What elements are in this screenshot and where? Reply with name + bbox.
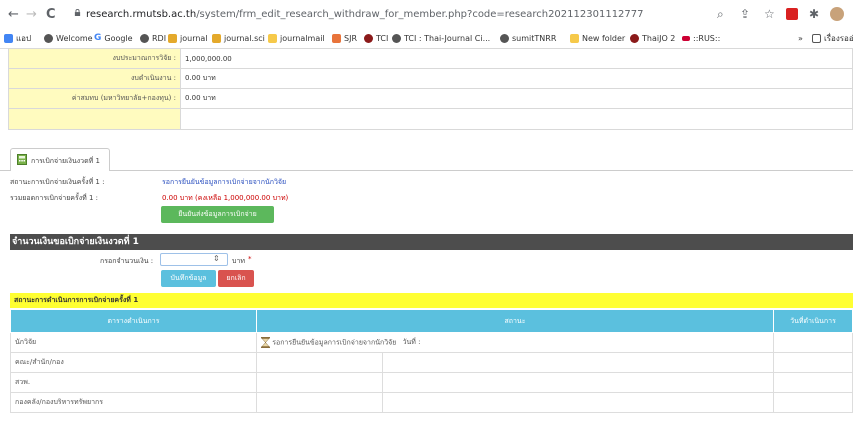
globe-icon (500, 34, 509, 43)
process-status-cell (256, 352, 383, 373)
share-icon[interactable]: ⇪ (740, 7, 750, 21)
url-text[interactable]: research.rmutsb.ac.th/system/frm_edit_re… (86, 8, 644, 22)
table-row: กองคลัง/กองบริหารทรัพยากร (10, 392, 853, 413)
process-step: กองคลัง/กองบริหารทรัพยากร (10, 392, 257, 413)
confirm-withdraw-button[interactable]: ยืนยันส่งข้อมูลการเบิกจ่าย (161, 206, 274, 223)
column-header: ตารางดำเนินการ (10, 309, 257, 333)
process-date-label: วันที่ : (402, 338, 421, 347)
calculator-icon (17, 154, 27, 165)
table-header-row: ตารางดำเนินการ สถานะ วันที่ดำเนินการ (10, 309, 853, 333)
forward-button[interactable]: → (26, 8, 37, 22)
table-row: ค่าสมทบ (มหาวิทยาลัย+กองทุน) :0.00 บาท (8, 88, 853, 109)
table-row (8, 108, 853, 130)
google-icon: G (94, 33, 102, 43)
avatar[interactable] (830, 7, 844, 21)
globe-icon (140, 34, 149, 43)
process-status-cell: รอการยืนยันข้อมูลการเบิกจ่ายจากนักวิจัย … (256, 332, 774, 353)
cancel-button[interactable]: ยกเลิก (218, 270, 254, 287)
apps-grid-icon (4, 34, 13, 43)
thaijo-icon (630, 34, 639, 43)
bookmark-new-folder[interactable]: New folder (570, 32, 625, 45)
required-mark: * (248, 255, 252, 263)
stepper-icon[interactable]: ⇕ (213, 254, 220, 263)
globe-icon (44, 34, 53, 43)
table-row: งบประมาณการวิจัย :1,000,000.00 (8, 48, 853, 69)
bookmark-tci-thai-journal[interactable]: TCI : Thai-Journal Ci... (392, 32, 490, 45)
bookmark-tci[interactable]: TCI (364, 32, 388, 45)
bookmark-journalmail[interactable]: journalmail (268, 32, 325, 45)
back-button[interactable]: ← (8, 8, 19, 22)
budget-label: ค่าสมทบ (มหาวิทยาลัย+กองทุน) : (8, 88, 181, 109)
bookmark-welcome[interactable]: Welcome (44, 32, 93, 45)
hourglass-icon (261, 336, 270, 348)
bookmark-sumittnrr[interactable]: sumitTNRR (500, 32, 556, 45)
pdf-extension-icon[interactable] (786, 8, 798, 20)
rus-icon (682, 36, 690, 41)
table-row: คณะ/สำนัก/กอง (10, 352, 853, 373)
bookmark-rdi[interactable]: RDI (140, 32, 166, 45)
withdraw-status-label: สถานะการเบิกจ่ายเงินครั้งที่ 1 : (10, 178, 105, 186)
bookmark-google[interactable]: G Google (94, 32, 133, 45)
tab-divider (0, 170, 853, 171)
bookmark-thaijo[interactable]: ThaiJO 2 (630, 32, 675, 45)
save-button[interactable]: บันทึกข้อมูล (161, 270, 216, 287)
amount-input-label: กรอกจำนวนเงิน : (100, 257, 154, 265)
process-status-cell (256, 372, 383, 393)
process-date-label (382, 352, 774, 373)
folder-icon (268, 34, 277, 43)
budget-label: งบดำเนินงาน : (8, 68, 181, 89)
process-date (772, 372, 853, 393)
tab-label: การเบิกจ่ายเงินงวดที่ 1 (31, 157, 100, 165)
globe-icon (392, 34, 401, 43)
table-row: นักวิจัย รอการยืนยันข้อมูลการเบิกจ่ายจาก… (10, 332, 853, 353)
bookmarks-overflow-button[interactable]: » (798, 32, 803, 45)
sjr-icon (332, 34, 341, 43)
process-step: นักวิจัย (10, 332, 257, 353)
folder-icon (570, 34, 579, 43)
withdraw-total-value: 0.00 บาท (คงเหลือ 1,000,000.00 บาท) (162, 194, 289, 202)
bookmark-reading-list[interactable]: เรื่องรออ่าน (812, 32, 853, 45)
process-status-cell (256, 392, 383, 413)
withdraw-total-label: รวมยอดการเบิกจ่ายครั้งที่ 1 : (10, 194, 99, 202)
tab-withdraw-installment-1[interactable]: การเบิกจ่ายเงินงวดที่ 1 (10, 148, 110, 171)
process-step: คณะ/สำนัก/กอง (10, 352, 257, 373)
process-date (772, 352, 853, 373)
bookmark-sjr[interactable]: SJR (332, 32, 357, 45)
budget-label: งบประมาณการวิจัย : (8, 48, 181, 69)
process-date (772, 332, 853, 353)
reading-list-icon (812, 34, 821, 43)
process-status-header: สถานะการดำเนินการการเบิกจ่ายครั้งที่ 1 (10, 293, 853, 308)
process-date-label (382, 372, 774, 393)
budget-value: 1,000,000.00 (180, 48, 853, 69)
zoom-icon[interactable]: ⌕ (717, 7, 724, 21)
budget-value (180, 108, 853, 130)
extensions-icon[interactable]: ✱ (809, 7, 819, 21)
star-icon[interactable]: ☆ (764, 7, 775, 21)
tci-icon (364, 34, 373, 43)
process-date (772, 392, 853, 413)
process-status-text: รอการยืนยันข้อมูลการเบิกจ่ายจากนักวิจัย (272, 338, 397, 347)
budget-value: 0.00 บาท (180, 88, 853, 109)
reload-button[interactable]: C (46, 8, 56, 22)
bookmark-journal-sci[interactable]: journal.sci (212, 32, 265, 45)
table-row: งบดำเนินงาน :0.00 บาท (8, 68, 853, 89)
budget-value: 0.00 บาท (180, 68, 853, 89)
table-row: สวพ. (10, 372, 853, 393)
amount-section-header: จำนวนเงินขอเบิกจ่ายเงินงวดที่ 1 (10, 234, 853, 250)
column-header: สถานะ (256, 309, 774, 333)
process-step: สวพ. (10, 372, 257, 393)
bookmark-journal[interactable]: journal (168, 32, 208, 45)
budget-table: งบประมาณการวิจัย :1,000,000.00 งบดำเนินง… (8, 48, 853, 130)
budget-label (8, 108, 181, 130)
process-date-label (382, 392, 774, 413)
bookmark-rus[interactable]: ::RUS:: (682, 32, 720, 45)
flask-icon (168, 34, 177, 43)
amount-unit: บาท (232, 257, 245, 265)
withdraw-status-value: รอการยืนยันข้อมูลการเบิกจ่ายจากนักวิจัย (162, 178, 287, 186)
lock-icon (74, 9, 81, 16)
column-header: วันที่ดำเนินการ (772, 309, 853, 333)
process-status-table: ตารางดำเนินการ สถานะ วันที่ดำเนินการ นัก… (10, 309, 853, 413)
flask-icon (212, 34, 221, 43)
bookmark-apps[interactable]: แอป (4, 32, 31, 45)
